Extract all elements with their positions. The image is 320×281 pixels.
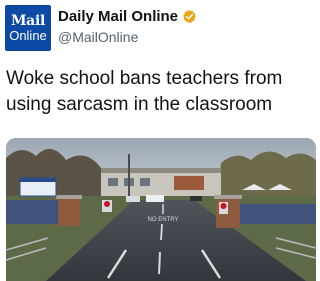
avatar[interactable]: Mail Online [5,5,51,51]
tweet-text: Woke school bans teachers from using sar… [6,68,283,115]
display-name[interactable]: Daily Mail Online [58,8,178,25]
tweet-photo[interactable]: NO ENTRY [6,138,316,281]
account-handle[interactable]: @MailOnline [58,29,138,45]
avatar-logo-line2: Online [9,28,47,43]
avatar-logo-line1: Mail [10,13,45,29]
tweet-card[interactable]: Mail Online Daily Mail Online @MailOnlin… [0,0,320,281]
school-entrance-photo: NO ENTRY [6,138,316,281]
author-row: Daily Mail Online [58,8,197,25]
road-marking-text: NO ENTRY [148,217,179,223]
verified-badge-icon [183,9,196,24]
